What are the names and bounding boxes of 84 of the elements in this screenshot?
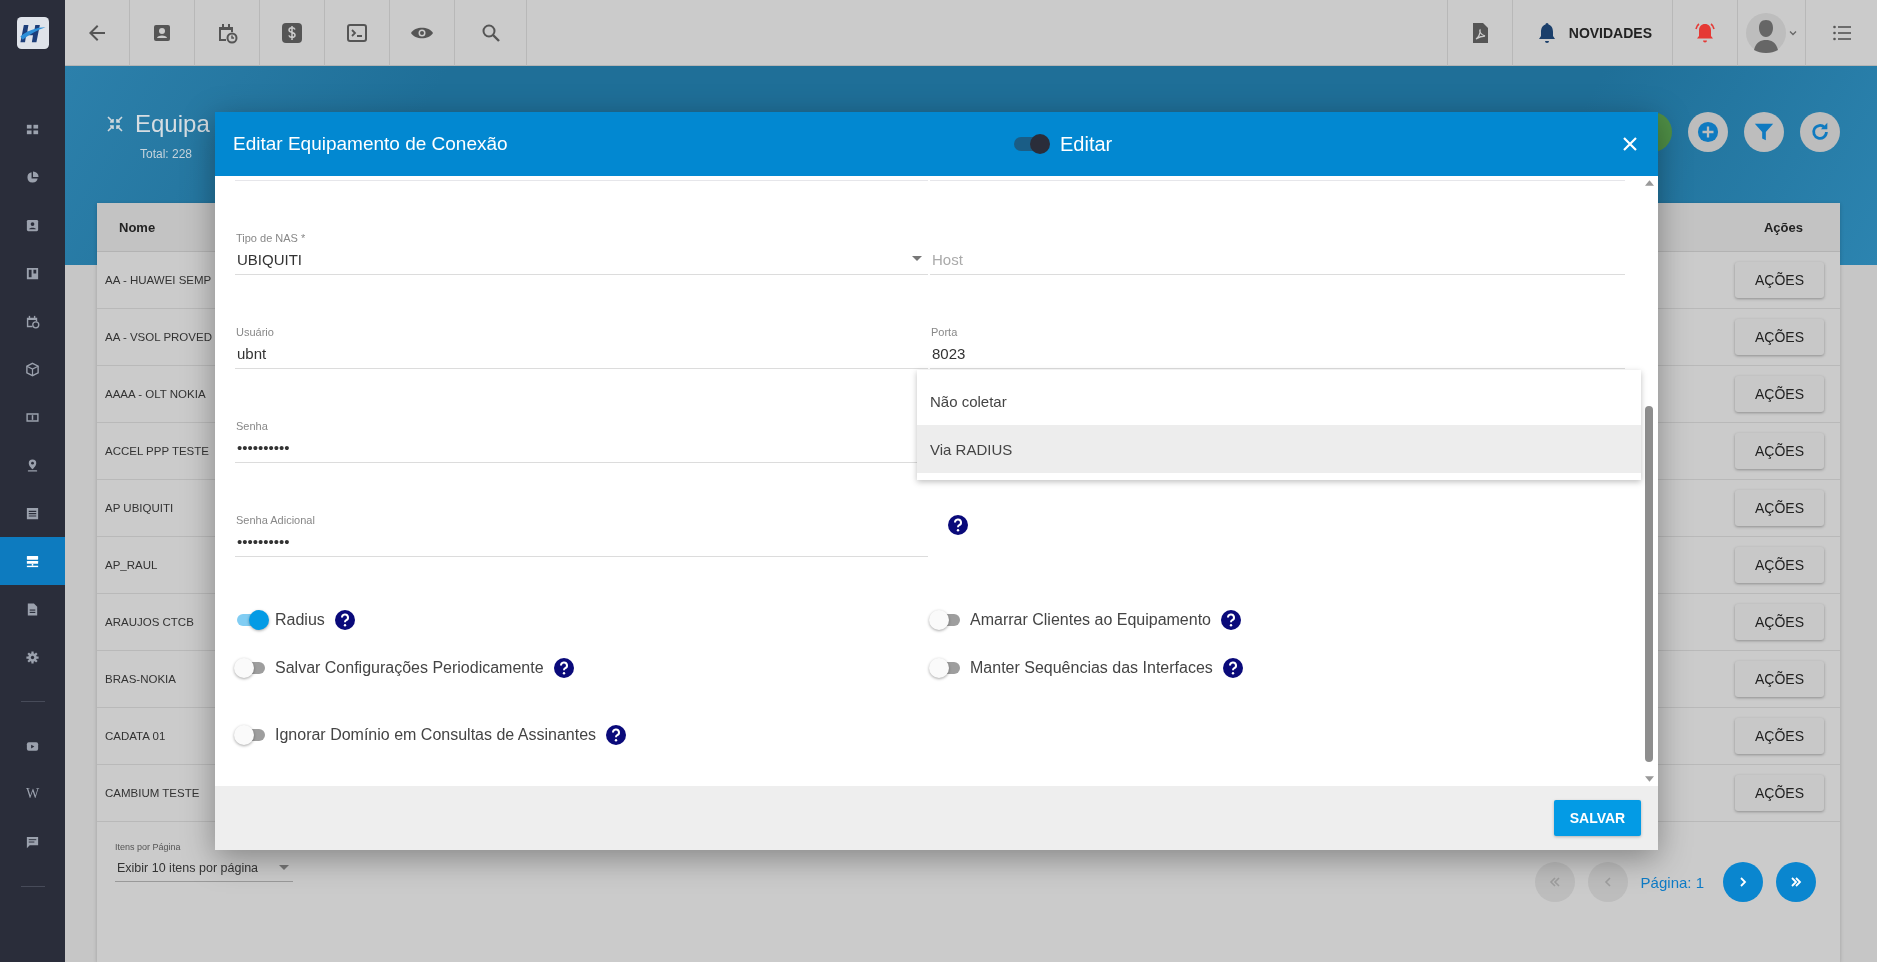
- cube-icon: [25, 361, 40, 377]
- pin-icon: [25, 457, 40, 473]
- actions-button[interactable]: AÇÕES: [1735, 604, 1824, 640]
- scrollbar-thumb[interactable]: [1645, 406, 1653, 762]
- actions-button[interactable]: AÇÕES: [1735, 775, 1824, 811]
- help-icon[interactable]: [1222, 658, 1243, 678]
- help-icon[interactable]: [948, 515, 968, 535]
- field-label: Porta: [930, 326, 959, 338]
- calendar-icon: [25, 313, 40, 329]
- table-cell-text: ARAUJOS CTCB: [104, 616, 194, 628]
- last-page-button[interactable]: [1776, 862, 1816, 902]
- collapse-arrows-icon: [107, 116, 123, 132]
- table-cell-text: AA - VSOL PROVED: [104, 331, 212, 343]
- scroll-up-icon[interactable]: [1644, 180, 1654, 186]
- help-icon[interactable]: [606, 725, 627, 745]
- terminal-icon: [345, 21, 369, 45]
- table-cell-text: ACCEL PPP TESTE: [104, 445, 209, 457]
- column-header: Nome: [118, 219, 156, 235]
- actions-button[interactable]: AÇÕES: [1735, 490, 1824, 526]
- chat-icon: [25, 834, 40, 850]
- toggle-label: Ignorar Domínio em Consultas de Assinantes: [275, 726, 597, 744]
- menu-option[interactable]: Não coletar: [917, 377, 1641, 425]
- field-label: Tipo de NAS *: [235, 232, 307, 244]
- sidebar-item[interactable]: [0, 537, 65, 585]
- page-title: Equipa: [135, 110, 210, 138]
- gear-icon: [25, 649, 40, 665]
- actions-button[interactable]: AÇÕES: [1735, 547, 1824, 583]
- actions-button[interactable]: AÇÕES: [1735, 433, 1824, 469]
- edit-label: Editar: [1060, 132, 1113, 156]
- field-label: Usuário: [235, 326, 275, 338]
- sidebar-item[interactable]: W: [0, 770, 65, 818]
- alarm-bell-icon: [1693, 21, 1717, 45]
- table-cell-text: BRAS-NOKIA: [104, 673, 176, 685]
- document-icon: [25, 601, 40, 617]
- actions-button[interactable]: AÇÕES: [1735, 376, 1824, 412]
- input-field[interactable]: 8023: [930, 338, 1619, 368]
- edit-switch[interactable]: [1014, 137, 1048, 151]
- table-cell-text: CAMBIUM TESTE: [104, 787, 200, 799]
- total-count: Total: 228: [140, 147, 194, 161]
- input-field[interactable]: ••••••••••: [235, 526, 922, 556]
- dropdown-caret-icon: [279, 865, 289, 871]
- table-cell-text: AAAA - OLT NOKIA: [104, 388, 206, 400]
- actions-button[interactable]: AÇÕES: [1735, 718, 1824, 754]
- board-icon: [25, 265, 40, 281]
- close-icon: [1622, 136, 1638, 152]
- toggle-label: Salvar Configurações Periodicamente: [275, 659, 544, 677]
- actions-button[interactable]: AÇÕES: [1735, 262, 1824, 298]
- toggle-label: Radius: [275, 611, 325, 629]
- contact-icon: [25, 217, 40, 233]
- table-cell-text: AP_RAUL: [104, 559, 158, 571]
- dropdown-caret-icon: [912, 256, 922, 262]
- field-label: Senha: [235, 420, 269, 432]
- items-per-page-select[interactable]: Exibir 10 itens por página: [115, 858, 293, 882]
- input-field[interactable]: ubnt: [235, 338, 922, 368]
- avatar-icon: [1745, 13, 1786, 53]
- toggle-label: Amarrar Clientes ao Equipamento: [970, 611, 1211, 629]
- help-icon[interactable]: [553, 658, 574, 678]
- server-icon: [25, 553, 40, 569]
- next-page-button[interactable]: [1723, 862, 1763, 902]
- actions-button[interactable]: AÇÕES: [1735, 661, 1824, 697]
- select-field[interactable]: UBIQUITI: [235, 244, 912, 274]
- items-per-page-label: Itens por Página: [115, 842, 182, 852]
- toggle-label: Manter Sequências das Interfaces: [970, 659, 1213, 677]
- pie-icon: [25, 169, 40, 185]
- page-number: Página: 1: [1640, 873, 1704, 891]
- dollar-icon: [280, 21, 304, 45]
- menu-option[interactable]: Via RADIUS: [917, 425, 1641, 473]
- actions-button[interactable]: AÇÕES: [1735, 319, 1824, 355]
- help-icon[interactable]: [1221, 610, 1241, 630]
- refresh-icon: [1809, 121, 1831, 143]
- dialog-title: Editar Equipamento de Conexão: [233, 133, 508, 155]
- logo-icon: [16, 17, 49, 49]
- column-header: Ações: [1763, 219, 1804, 235]
- table-cell-text: AA - HUAWEI SEMP: [104, 274, 212, 286]
- list-icon: [25, 505, 40, 521]
- scroll-down-icon[interactable]: [1644, 776, 1654, 782]
- table-cell-text: AP UBIQUITI: [104, 502, 174, 514]
- table-cell-text: CADATA 01: [104, 730, 166, 742]
- chevron-down-icon: [1787, 28, 1798, 38]
- help-icon[interactable]: [334, 610, 355, 630]
- input-field[interactable]: Host: [930, 244, 1619, 274]
- field-label: Senha Adicional: [235, 514, 316, 526]
- plus-circle-icon: [1697, 121, 1719, 143]
- filter-icon: [1753, 121, 1775, 143]
